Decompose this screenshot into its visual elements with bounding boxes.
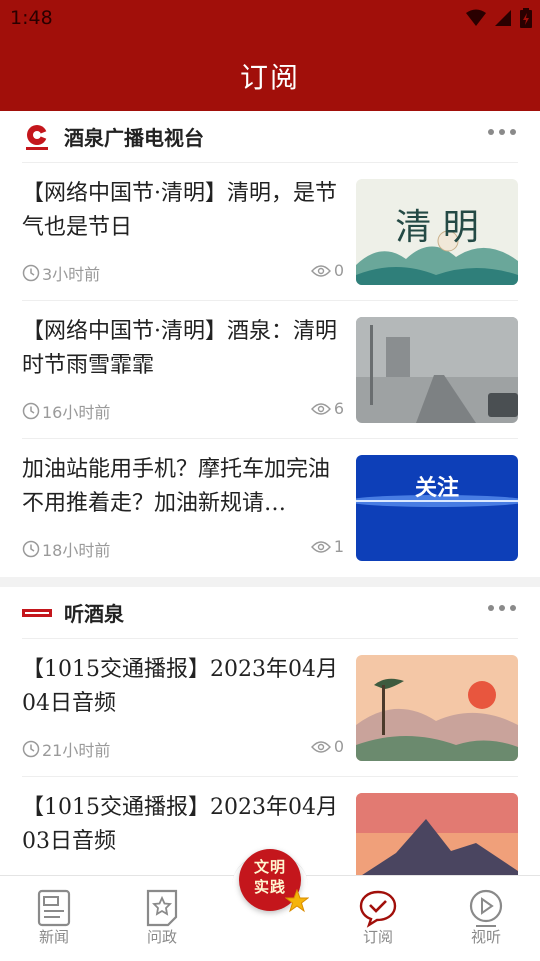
tab-news[interactable]: 新闻 [0, 876, 108, 961]
play-icon [469, 889, 503, 927]
article-meta: 21小时前 0 [22, 737, 344, 761]
article-title: 【网络中国节·清明】清明，是节气也是节日 [22, 181, 337, 240]
app-header: 订阅 [0, 36, 540, 111]
tab-subscribe[interactable]: 订阅 [324, 876, 432, 961]
tab-audio-video[interactable]: 视听 [432, 876, 540, 961]
channel-logo-icon [22, 598, 52, 628]
status-icons [466, 8, 532, 28]
article-time: 3小时前 [42, 265, 101, 284]
view-count: 1 [333, 537, 344, 556]
wifi-icon [466, 9, 486, 26]
view-count: 6 [333, 399, 344, 418]
battery-icon [520, 8, 532, 28]
article-title: 【1015交通播报】2023年04月04日音频 [22, 657, 338, 716]
article-title: 【1015交通播报】2023年04月03日音频 [22, 795, 338, 854]
eye-icon [310, 540, 331, 553]
article-meta: 18小时前 1 [22, 537, 344, 561]
subscribe-icon [359, 890, 397, 928]
article-thumbnail[interactable] [356, 655, 518, 761]
article-thumbnail[interactable] [356, 793, 518, 875]
article-item[interactable]: 【1015交通播报】2023年04月04日音频 21小时前 0 [22, 639, 518, 777]
more-options-icon[interactable] [488, 605, 516, 611]
clock-icon [22, 264, 40, 282]
thumbnail-caption: 关注 [415, 475, 459, 501]
view-count: 0 [333, 737, 344, 756]
status-time: 1:48 [10, 7, 53, 29]
article-item[interactable]: 【网络中国节·清明】清明，是节气也是节日 3小时前 0 清 明 [22, 163, 518, 301]
channel-section: 酒泉广播电视台 【网络中国节·清明】清明，是节气也是节日 3小时前 0 清 明 … [0, 111, 540, 577]
article-time: 16小时前 [42, 403, 111, 422]
article-title: 【网络中国节·清明】酒泉：清明时节雨雪霏霏 [22, 319, 337, 378]
news-icon [37, 889, 71, 927]
signal-icon [495, 10, 511, 26]
thumbnail-caption: 清 明 [395, 207, 478, 248]
star-icon [285, 889, 309, 913]
view-count: 0 [333, 261, 344, 280]
page-title: 订阅 [239, 61, 300, 94]
article-thumbnail[interactable] [356, 317, 518, 423]
clock-icon [22, 740, 40, 758]
article-time: 18小时前 [42, 541, 111, 560]
clock-icon [22, 402, 40, 420]
tab-label: 订阅 [362, 928, 393, 946]
tab-inquiry[interactable]: 问政 [108, 876, 216, 961]
tab-label: 视听 [470, 928, 501, 946]
article-time: 21小时前 [42, 741, 111, 760]
article-title: 加油站能用手机？摩托车加完油不用推着走？加油新规请… [22, 457, 331, 516]
channel-header[interactable]: 酒泉广播电视台 [22, 111, 518, 163]
tab-label: 新闻 [38, 928, 69, 946]
eye-icon [310, 402, 331, 415]
article-thumbnail[interactable]: 清 明 [356, 179, 518, 285]
article-meta: 3小时前 0 [22, 261, 344, 285]
clock-icon [22, 540, 40, 558]
eye-icon [310, 740, 331, 753]
subscription-feed[interactable]: 酒泉广播电视台 【网络中国节·清明】清明，是节气也是节日 3小时前 0 清 明 … [0, 111, 540, 875]
article-meta: 16小时前 6 [22, 399, 344, 423]
civilization-practice-button[interactable]: 文明 实践 [239, 849, 309, 913]
article-item[interactable]: 【网络中国节·清明】酒泉：清明时节雨雪霏霏 16小时前 6 [22, 301, 518, 439]
article-item[interactable]: 加油站能用手机？摩托车加完油不用推着走？加油新规请… 18小时前 1 关注 [22, 439, 518, 577]
channel-section: 听酒泉 【1015交通播报】2023年04月04日音频 21小时前 0 【101… [0, 587, 540, 875]
channel-name: 听酒泉 [64, 602, 124, 626]
eye-icon [310, 264, 331, 277]
article-thumbnail[interactable]: 关注 [356, 455, 518, 561]
inquiry-icon [146, 889, 178, 927]
status-bar: 1:48 [0, 0, 540, 36]
more-options-icon[interactable] [488, 129, 516, 135]
tab-label: 问政 [146, 928, 177, 946]
channel-name: 酒泉广播电视台 [64, 126, 204, 150]
channel-logo-icon [22, 122, 52, 152]
center-button-line1: 文明 [253, 858, 286, 876]
channel-header[interactable]: 听酒泉 [22, 587, 518, 639]
